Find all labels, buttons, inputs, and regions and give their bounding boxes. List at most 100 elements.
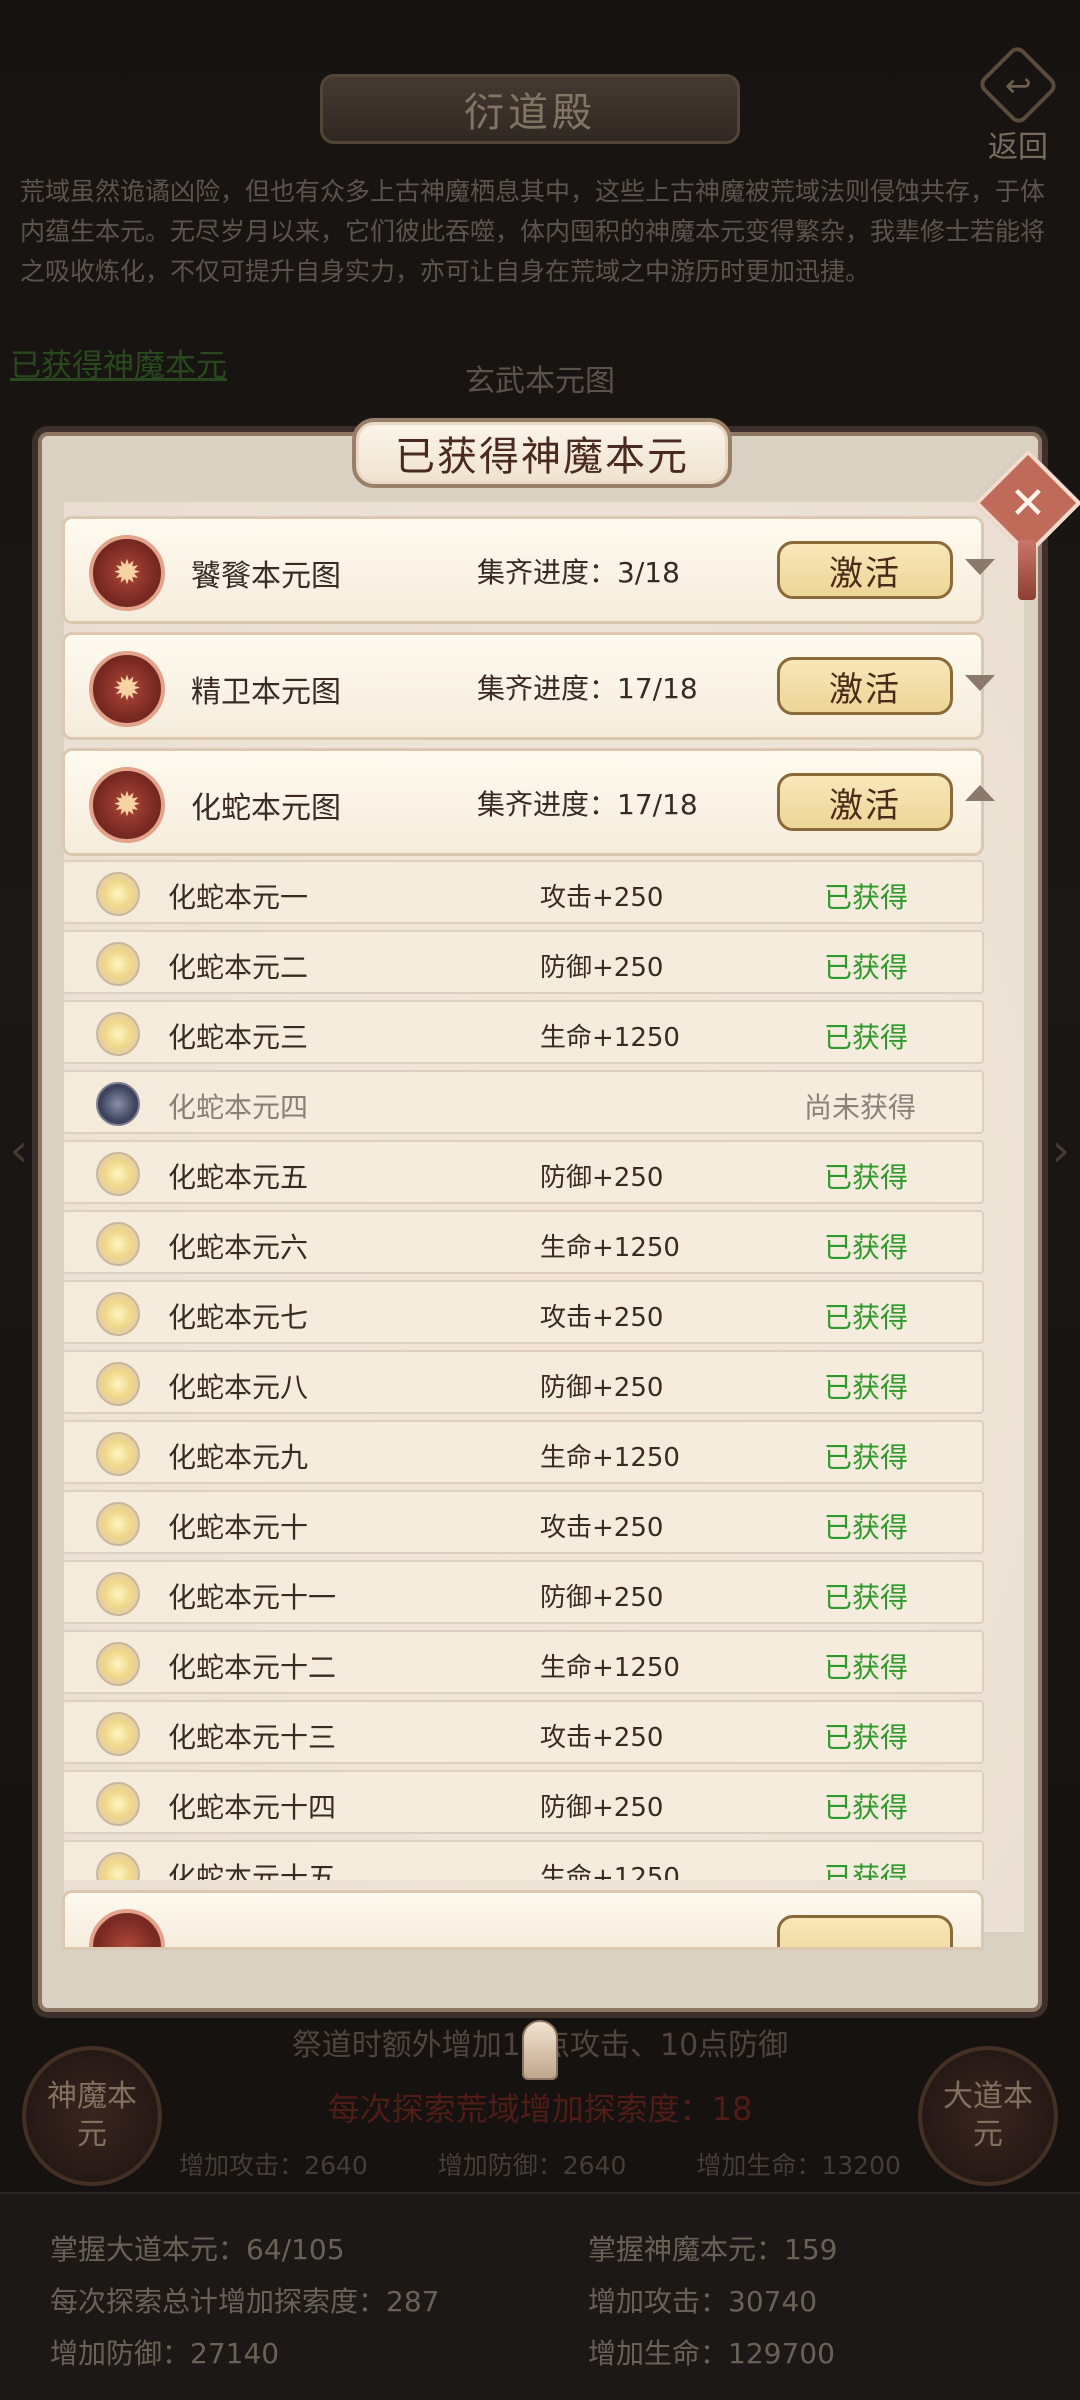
essence-orb-icon (96, 942, 140, 986)
item-bonus: 攻击+250 (540, 1303, 664, 1333)
item-name: 化蛇本元六 (168, 1231, 309, 1264)
group-header-huashe[interactable]: ✹ 化蛇本元图 集齐进度：17/18 激活 (62, 748, 995, 856)
item-name: 化蛇本元十五 (168, 1861, 337, 1880)
list-item: 化蛇本元八 防御+250 已获得 (62, 1350, 984, 1414)
item-status: 已获得 (824, 1791, 909, 1824)
item-bonus: 生命+1250 (540, 1023, 680, 1053)
list-item: 化蛇本元五 防御+250 已获得 (62, 1140, 984, 1204)
essence-orb-icon (96, 1362, 140, 1406)
list-item: 化蛇本元十五 生命+1250 已获得 (62, 1840, 984, 1880)
chevron-down-icon[interactable] (965, 559, 995, 575)
activate-button[interactable]: 激活 (777, 773, 953, 831)
list-item-locked: 化蛇本元四 尚未获得 (62, 1070, 984, 1134)
item-bonus: 防御+250 (540, 1583, 664, 1613)
item-name: 化蛇本元九 (168, 1441, 309, 1474)
essence-orb-icon (96, 1852, 140, 1880)
item-name: 化蛇本元四 (168, 1091, 309, 1124)
group-header-peek[interactable] (62, 1890, 984, 1950)
item-bonus: 防御+250 (540, 953, 664, 983)
item-bonus: 生命+1250 (540, 1443, 680, 1473)
item-name: 化蛇本元八 (168, 1371, 309, 1404)
locked-orb-icon (96, 1082, 140, 1126)
essence-orb-icon (96, 1432, 140, 1476)
item-name: 化蛇本元十一 (168, 1581, 337, 1614)
list-item: 化蛇本元十一 防御+250 已获得 (62, 1560, 984, 1624)
item-bonus: 生命+1250 (540, 1233, 680, 1263)
item-bonus: 防御+250 (540, 1373, 664, 1403)
essence-orb-icon (96, 1642, 140, 1686)
group-name: 饕餮本元图 (191, 559, 341, 594)
essence-orb-icon (96, 1012, 140, 1056)
list-item: 化蛇本元二 防御+250 已获得 (62, 930, 984, 994)
item-status: 已获得 (824, 1511, 909, 1544)
bell-decoration (522, 2020, 558, 2080)
item-name: 化蛇本元二 (168, 951, 309, 984)
list-item: 化蛇本元十二 生命+1250 已获得 (62, 1630, 984, 1694)
essence-orb-icon (96, 1222, 140, 1266)
item-name: 化蛇本元七 (168, 1301, 309, 1334)
list-item: 化蛇本元三 生命+1250 已获得 (62, 1000, 984, 1064)
chevron-down-icon[interactable] (965, 675, 995, 691)
item-bonus: 生命+1250 (540, 1653, 680, 1683)
panel-title: 已获得神魔本元 (352, 418, 732, 488)
list-item: 化蛇本元十四 防御+250 已获得 (62, 1770, 984, 1834)
item-bonus: 攻击+250 (540, 883, 664, 913)
essence-orb-icon (96, 1572, 140, 1616)
item-status: 已获得 (824, 1161, 909, 1194)
list-item: 化蛇本元九 生命+1250 已获得 (62, 1420, 984, 1484)
item-status: 已获得 (824, 881, 909, 914)
essence-orb-icon (96, 1502, 140, 1546)
essence-orb-icon (96, 1292, 140, 1336)
item-bonus: 攻击+250 (540, 1513, 664, 1543)
item-bonus: 生命+1250 (540, 1863, 680, 1880)
item-status: 已获得 (824, 1721, 909, 1754)
item-name: 化蛇本元五 (168, 1161, 309, 1194)
item-status: 已获得 (824, 1301, 909, 1334)
group-header-jingwei[interactable]: ✹ 精卫本元图 集齐进度：17/18 激活 (62, 632, 995, 740)
item-status: 已获得 (824, 1861, 909, 1880)
item-status: 已获得 (824, 1231, 909, 1264)
jingwei-emblem-icon: ✹ (89, 651, 165, 727)
item-status: 已获得 (824, 1441, 909, 1474)
item-list[interactable]: 化蛇本元一 攻击+250 已获得 化蛇本元二 防御+250 已获得 化蛇本元三 … (62, 860, 984, 1880)
item-name: 化蛇本元一 (168, 881, 309, 914)
essence-orb-icon (96, 1712, 140, 1756)
group-progress: 集齐进度：17/18 (477, 672, 698, 705)
item-status: 已获得 (824, 1651, 909, 1684)
list-item: 化蛇本元一 攻击+250 已获得 (62, 860, 984, 924)
list-item: 化蛇本元十 攻击+250 已获得 (62, 1490, 984, 1554)
item-status: 已获得 (824, 1371, 909, 1404)
activate-button[interactable]: 激活 (777, 657, 953, 715)
list-item: 化蛇本元六 生命+1250 已获得 (62, 1210, 984, 1274)
tassel-decoration (1018, 540, 1036, 600)
item-status: 已获得 (824, 951, 909, 984)
item-name: 化蛇本元十 (168, 1511, 309, 1544)
item-name: 化蛇本元十三 (168, 1721, 337, 1754)
item-bonus: 攻击+250 (540, 1723, 664, 1753)
chevron-up-icon[interactable] (965, 785, 995, 801)
item-status: 已获得 (824, 1581, 909, 1614)
essence-orb-icon (96, 872, 140, 916)
taotie-emblem-icon: ✹ (89, 535, 165, 611)
essence-orb-icon (96, 1782, 140, 1826)
huashe-emblem-icon: ✹ (89, 767, 165, 843)
item-name: 化蛇本元三 (168, 1021, 309, 1054)
item-status: 已获得 (824, 1021, 909, 1054)
item-name: 化蛇本元十二 (168, 1651, 337, 1684)
group-progress: 集齐进度：3/18 (477, 556, 680, 589)
next-emblem-icon (89, 1909, 165, 1947)
group-name: 化蛇本元图 (191, 791, 341, 826)
essence-orb-icon (96, 1152, 140, 1196)
group-name: 精卫本元图 (191, 675, 341, 710)
activate-button-peek[interactable] (777, 1915, 953, 1947)
list-item: 化蛇本元七 攻击+250 已获得 (62, 1280, 984, 1344)
item-bonus: 防御+250 (540, 1793, 664, 1823)
list-item: 化蛇本元十三 攻击+250 已获得 (62, 1700, 984, 1764)
group-progress: 集齐进度：17/18 (477, 788, 698, 821)
activate-button[interactable]: 激活 (777, 541, 953, 599)
group-header-taotie[interactable]: ✹ 饕餮本元图 集齐进度：3/18 激活 (62, 516, 995, 624)
close-icon: ✕ (1009, 477, 1047, 529)
item-status: 尚未获得 (804, 1091, 917, 1124)
item-bonus: 防御+250 (540, 1163, 664, 1193)
item-name: 化蛇本元十四 (168, 1791, 337, 1824)
